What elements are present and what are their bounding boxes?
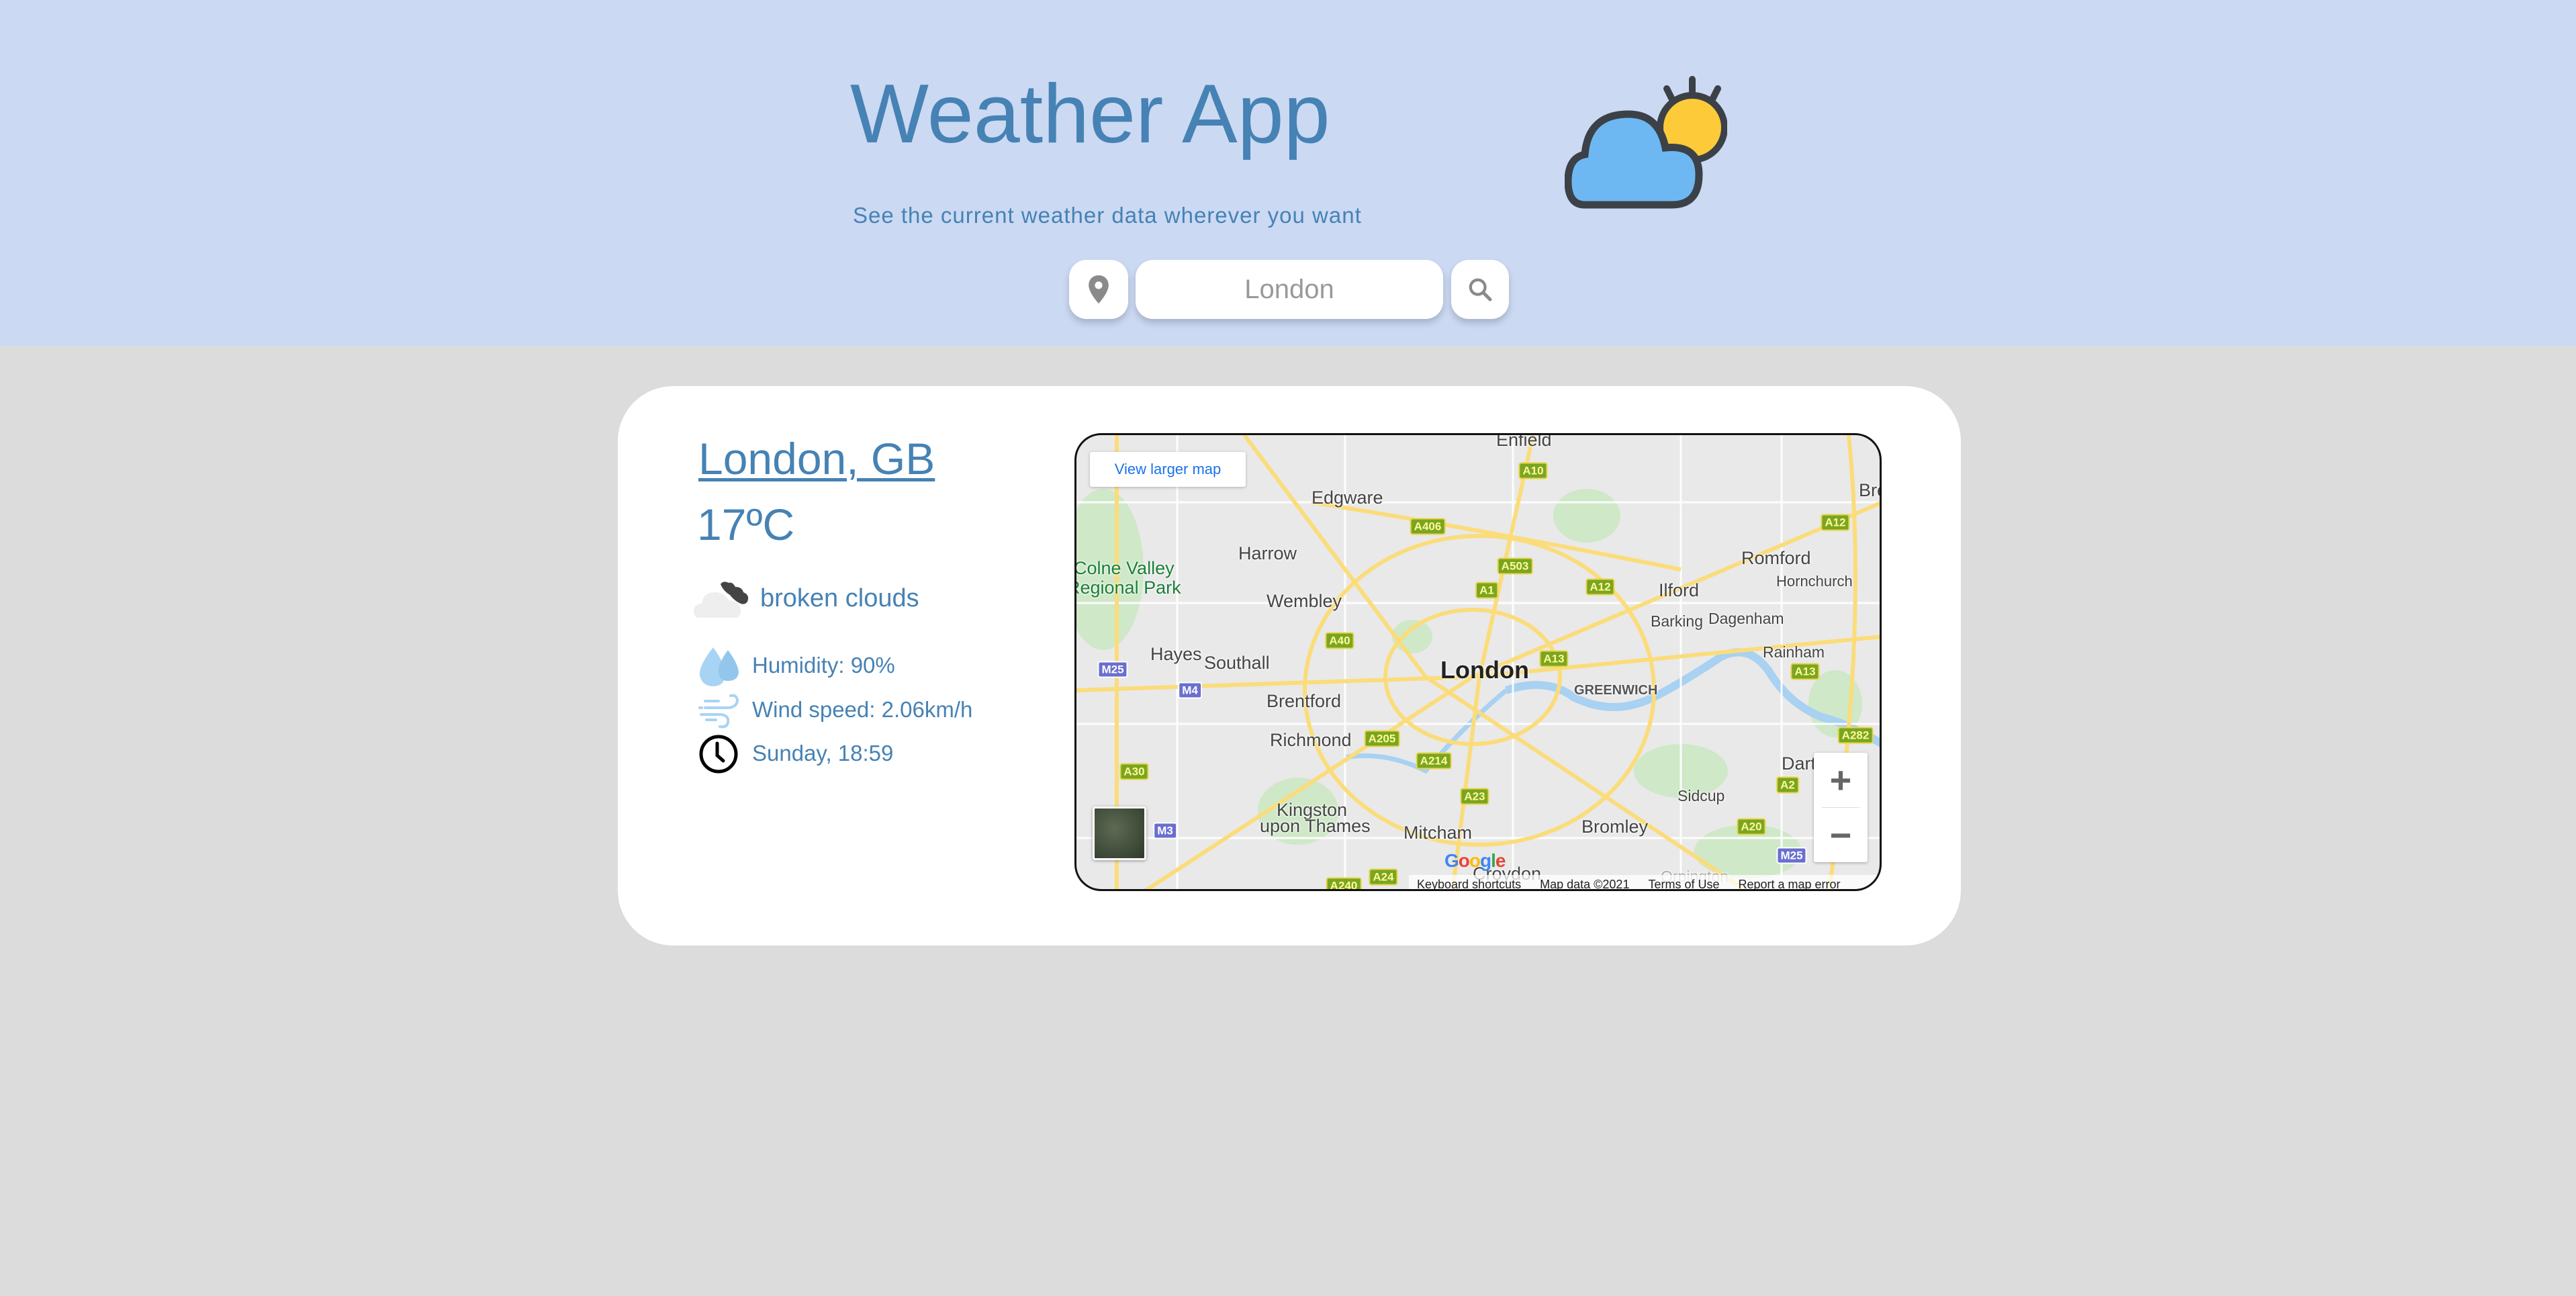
map-label: Enfield [1496, 433, 1552, 450]
map-label: GREENWICH [1574, 683, 1658, 698]
map-label: Hornchurch [1776, 573, 1853, 590]
location-button[interactable] [1069, 260, 1128, 319]
road-shield: A2 [1776, 776, 1799, 794]
keyboard-shortcuts-link[interactable]: Keyboard shortcuts [1417, 878, 1521, 890]
map-zoom-controls: + − [1814, 753, 1868, 862]
zoom-out-button[interactable]: − [1814, 808, 1868, 862]
search-button[interactable] [1451, 260, 1509, 319]
map-label: Barking [1651, 612, 1703, 630]
map-label: Bre [1859, 480, 1880, 500]
temperature: 17ºC [697, 500, 795, 549]
wind-speed: Wind speed: 2.06km/h [752, 697, 973, 722]
map-label: Southall [1204, 653, 1270, 673]
zoom-in-button[interactable]: + [1814, 753, 1868, 807]
app-title: Weather App [850, 68, 1330, 160]
wind-icon [698, 694, 739, 729]
humidity: Humidity: 90% [752, 653, 895, 678]
satellite-toggle-button[interactable] [1093, 806, 1146, 860]
map-label: Colne Valley [1074, 558, 1175, 578]
map-label-london: London [1440, 656, 1529, 684]
map-label: Regional Park [1074, 577, 1181, 598]
city-search-input[interactable] [1136, 260, 1443, 319]
header: Weather App See the current weather data… [0, 0, 2576, 346]
location-pin-icon [1089, 275, 1109, 304]
app-subtitle: See the current weather data wherever yo… [853, 203, 1362, 228]
terms-of-use-link[interactable]: Terms of Use [1648, 878, 1719, 890]
road-shield: A406 [1410, 518, 1446, 535]
map-label: Edgware [1312, 488, 1383, 508]
motorway-shield: M4 [1178, 682, 1202, 699]
road-shield: A205 [1364, 730, 1400, 747]
motorway-shield: M3 [1153, 822, 1177, 839]
motorway-shield: M25 [1776, 847, 1807, 864]
road-shield: A214 [1416, 752, 1452, 770]
map-label: Sidcup [1677, 787, 1725, 804]
map-label: Brentford [1267, 691, 1342, 711]
road-shield: A12 [1821, 514, 1850, 531]
map-data-attribution: Map data ©2021 [1540, 877, 1630, 891]
map-label: Mitcham [1404, 823, 1473, 843]
map-label: Dagenham [1708, 610, 1784, 627]
road-shield: A13 [1539, 650, 1569, 667]
road-shield: A13 [1790, 663, 1820, 680]
road-shield: A30 [1119, 763, 1149, 780]
humidity-drops-icon [699, 647, 739, 686]
broken-clouds-icon [694, 582, 749, 618]
embedded-map[interactable]: Enfield Edgware Harrow Colne Valley Regi… [1074, 433, 1882, 891]
road-shield: A240 [1326, 877, 1362, 889]
road-shield: A282 [1837, 727, 1874, 744]
road-shield: A1 [1475, 582, 1498, 599]
city-name-link[interactable]: London, GB [698, 436, 935, 481]
map-label: Harrow [1238, 543, 1297, 563]
map-footer: Keyboard shortcuts Map data ©2021 Terms … [1409, 875, 1880, 891]
report-map-error-link[interactable]: Report a map error [1738, 878, 1840, 890]
map-label: Romford [1741, 548, 1811, 568]
search-icon [1469, 278, 1492, 302]
road-shield: A12 [1585, 578, 1615, 596]
map-label: Hayes [1150, 644, 1202, 664]
road-shield: A23 [1460, 788, 1489, 805]
map-label: Rainham [1763, 643, 1825, 661]
clock-icon [699, 735, 738, 774]
view-larger-map-link[interactable]: View larger map [1090, 452, 1246, 487]
weather-description: broken clouds [760, 584, 919, 612]
sun-behind-cloud-icon [1565, 76, 1727, 209]
map-label: Dart [1782, 753, 1816, 774]
map-label: Bromley [1581, 817, 1649, 837]
road-shield: A20 [1737, 818, 1766, 835]
map-label: Ilford [1659, 580, 1700, 600]
local-time: Sunday, 18:59 [752, 741, 894, 766]
road-shield: A24 [1369, 868, 1398, 886]
road-shield: A40 [1325, 632, 1354, 649]
map-label: Richmond [1270, 730, 1352, 750]
motorway-shield: M25 [1097, 661, 1128, 678]
road-shield: A503 [1497, 557, 1533, 575]
road-shield: A10 [1518, 462, 1548, 479]
map-label: upon Thames [1260, 816, 1371, 836]
map-label: Wembley [1267, 591, 1342, 611]
google-logo: Google [1444, 850, 1506, 871]
